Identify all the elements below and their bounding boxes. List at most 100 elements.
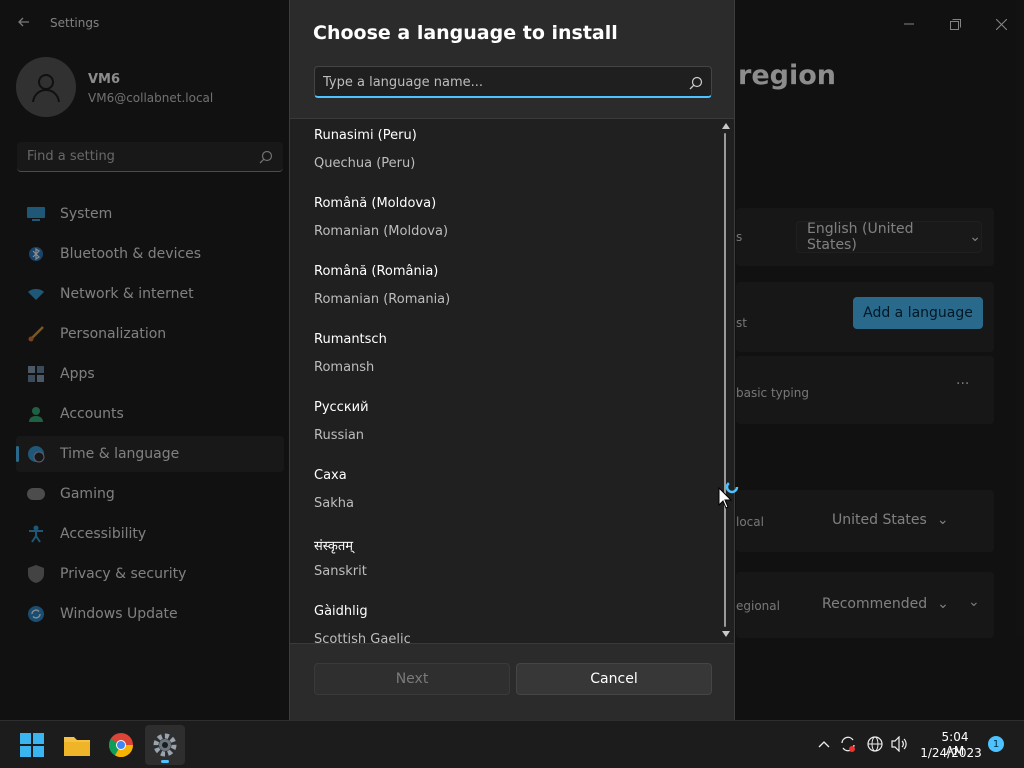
- page-title: region: [738, 60, 836, 91]
- app-title: Settings: [50, 16, 100, 30]
- search-icon: [689, 75, 703, 90]
- windows-start-icon[interactable]: [12, 725, 52, 765]
- find-setting-input[interactable]: Find a setting: [17, 142, 283, 172]
- language-native-name: Gàidhlig: [314, 604, 368, 619]
- scrollbar-thumb[interactable]: [724, 133, 726, 627]
- back-arrow-icon[interactable]: [16, 14, 32, 30]
- shield-icon: [27, 565, 45, 583]
- language-english-name: Sanskrit: [314, 564, 367, 579]
- expand-chevron-icon[interactable]: ⌄: [968, 594, 980, 610]
- chrome-icon[interactable]: [101, 725, 141, 765]
- sidebar-item-label: System: [60, 206, 113, 222]
- list-item[interactable]: संस्कृतम् Sanskrit: [290, 527, 720, 595]
- language-list[interactable]: Runasimi (Peru) Quechua (Peru) Română (M…: [290, 118, 734, 644]
- chevron-up-icon[interactable]: [815, 735, 833, 753]
- list-item[interactable]: Русский Russian: [290, 391, 720, 459]
- close-button[interactable]: [978, 8, 1024, 40]
- language-search-box[interactable]: [314, 66, 712, 98]
- list-item[interactable]: Саха Sakha: [290, 459, 720, 527]
- sidebar-item-apps[interactable]: Apps: [16, 356, 284, 392]
- search-icon: [259, 149, 273, 164]
- dialog-title: Choose a language to install: [313, 22, 618, 44]
- next-button[interactable]: Next: [314, 663, 510, 695]
- scroll-up-arrow-icon[interactable]: [722, 123, 730, 129]
- notification-badge[interactable]: 1: [988, 736, 1004, 752]
- language-native-name: Română (Moldova): [314, 196, 437, 211]
- choose-language-dialog: Choose a language to install Runasimi (P…: [289, 0, 735, 720]
- cancel-button[interactable]: Cancel: [516, 663, 712, 695]
- sidebar-item-label: Apps: [60, 366, 95, 382]
- sidebar-item-label: Accessibility: [60, 526, 147, 542]
- sidebar-item-label: Gaming: [60, 486, 115, 502]
- settings-icon[interactable]: [145, 725, 185, 765]
- gamepad-icon: [27, 485, 45, 503]
- sidebar-item-personalization[interactable]: Personalization: [16, 316, 284, 352]
- language-english-name: Russian: [314, 428, 365, 443]
- active-app-indicator: [161, 760, 169, 763]
- display-language-dropdown[interactable]: English (United States) ⌄: [796, 221, 982, 253]
- add-language-button[interactable]: Add a language: [853, 297, 983, 329]
- list-item[interactable]: Gàidhlig Scottish Gaelic: [290, 595, 720, 643]
- country-region-row: local United States ⌄: [736, 490, 994, 552]
- scroll-down-arrow-icon[interactable]: [722, 631, 730, 637]
- sidebar-item-label: Network & internet: [60, 286, 194, 302]
- chevron-down-icon: ⌄: [936, 512, 949, 528]
- sidebar-item-network[interactable]: Network & internet: [16, 276, 284, 312]
- regional-format-dropdown[interactable]: Recommended ⌄: [812, 588, 958, 620]
- clock-date[interactable]: 1/24/2023: [920, 746, 982, 760]
- accessibility-icon: [27, 525, 45, 543]
- scrollbar[interactable]: [722, 123, 730, 637]
- list-item[interactable]: Rumantsch Romansh: [290, 323, 720, 391]
- wifi-icon: [27, 285, 45, 303]
- sidebar-item-windows-update[interactable]: Windows Update: [16, 596, 284, 632]
- language-english-name: Romansh: [314, 360, 375, 375]
- sidebar-item-accounts[interactable]: Accounts: [16, 396, 284, 432]
- maximize-button[interactable]: [932, 8, 978, 40]
- active-indicator: [16, 446, 19, 462]
- language-native-name: Rumantsch: [314, 332, 387, 347]
- minimize-button[interactable]: [886, 8, 932, 40]
- sidebar-item-bluetooth[interactable]: Bluetooth & devices: [16, 236, 284, 272]
- brush-icon: [27, 325, 45, 343]
- list-item[interactable]: Română (Moldova) Romanian (Moldova): [290, 187, 720, 255]
- sidebar-item-label: Accounts: [60, 406, 124, 422]
- sidebar-item-system[interactable]: System: [16, 196, 284, 232]
- update-icon: [27, 605, 45, 623]
- language-native-name: Română (România): [314, 264, 439, 279]
- sidebar-item-label: Privacy & security: [60, 566, 187, 582]
- list-item[interactable]: Română (România) Romanian (Romania): [290, 255, 720, 323]
- sidebar-item-accessibility[interactable]: Accessibility: [16, 516, 284, 552]
- language-search-input[interactable]: [323, 72, 673, 92]
- list-item[interactable]: Runasimi (Peru) Quechua (Peru): [290, 119, 720, 187]
- sidebar-item-gaming[interactable]: Gaming: [16, 476, 284, 512]
- regional-format-row: egional Recommended ⌄ ⌄: [736, 572, 994, 638]
- language-native-name: Runasimi (Peru): [314, 128, 417, 143]
- person-icon: [27, 405, 45, 423]
- sidebar-item-privacy[interactable]: Privacy & security: [16, 556, 284, 592]
- sidebar-item-label: Time & language: [60, 446, 180, 462]
- language-english-name: Sakha: [314, 496, 354, 511]
- user-email: VM6@collabnet.local: [88, 91, 214, 105]
- language-native-name: Саха: [314, 468, 347, 483]
- user-name: VM6: [88, 72, 121, 87]
- sync-icon[interactable]: [839, 735, 857, 753]
- taskbar: 5:04 AM 1/24/2023 1: [0, 720, 1024, 768]
- language-english-name: Quechua (Peru): [314, 156, 416, 171]
- network-globe-icon[interactable]: [866, 735, 884, 753]
- chevron-down-icon: ⌄: [937, 596, 949, 612]
- avatar[interactable]: [16, 57, 76, 117]
- busy-cursor-icon: [718, 478, 742, 514]
- language-english-name: Romanian (Romania): [314, 292, 451, 307]
- language-native-name: संस्कृतम्: [314, 539, 354, 554]
- more-options-button[interactable]: ···: [956, 376, 969, 392]
- country-dropdown[interactable]: United States ⌄: [822, 504, 956, 536]
- apps-icon: [27, 365, 45, 383]
- file-explorer-icon[interactable]: [57, 725, 97, 765]
- bluetooth-icon: [27, 245, 45, 263]
- sidebar-item-time-language[interactable]: Time & language: [16, 436, 284, 472]
- sidebar-item-label: Personalization: [60, 326, 167, 342]
- language-pack-row: basic typing ···: [736, 356, 994, 424]
- find-setting-placeholder: Find a setting: [27, 149, 115, 164]
- volume-icon[interactable]: [891, 735, 909, 753]
- sidebar-item-label: Windows Update: [60, 606, 178, 622]
